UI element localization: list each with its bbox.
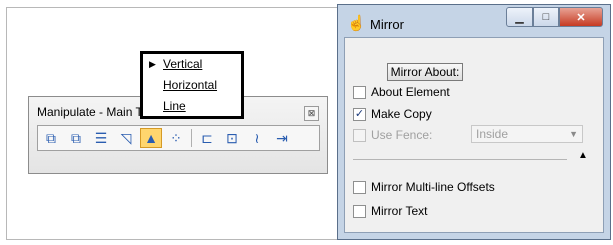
mirror-text-label: Mirror Text [371,204,428,218]
copy-element-icon[interactable]: ⧉ [40,128,62,148]
menu-item-line[interactable]: Line [163,99,186,113]
mirror-about-menu: ▶ Vertical Horizontal Line [140,51,244,119]
mirror-multiline-label: Mirror Multi-line Offsets [371,180,495,194]
make-copy-row[interactable]: ✓ Make Copy [353,107,432,121]
rotate-icon[interactable]: ≀ [246,128,268,148]
toolbox-icon-row: ⧉ ⧉ ☰ ◹ ▲ ⁘ ⊏ ⊡ ≀ ⇥ [37,125,320,151]
fence-mode-value: Inside [476,127,509,141]
use-fence-label: Use Fence: [371,128,433,142]
scale-icon[interactable]: ◹ [115,128,137,148]
mirror-multiline-checkbox[interactable] [353,180,366,194]
about-element-label: About Element [371,85,450,99]
mirror-text-row[interactable]: Mirror Text [353,204,427,218]
make-copy-label: Make Copy [371,107,432,121]
about-element-checkbox[interactable] [353,85,366,99]
minimize-button[interactable]: ▁ [506,7,533,27]
dialog-titlebar[interactable]: ☝ Mirror ▁ □ ✕ [338,5,610,37]
array-icon[interactable]: ⁘ [165,128,187,148]
mirror-icon[interactable]: ▲ [140,128,162,148]
dialog-title: Mirror [370,17,404,32]
toolbar-separator [191,129,192,147]
mirror-dialog: ☝ Mirror ▁ □ ✕ Mirror About: About Eleme… [337,4,611,240]
align-edges-icon[interactable]: ⊏ [196,128,218,148]
move-parallel-icon[interactable]: ☰ [90,128,112,148]
menu-item-vertical[interactable]: Vertical [163,57,202,71]
menu-item-horizontal[interactable]: Horizontal [163,78,217,92]
spin-icon[interactable]: ⇥ [271,128,293,148]
fence-mode-dropdown[interactable]: Inside ▼ [471,125,583,143]
selected-bullet-icon: ▶ [149,59,156,69]
chevron-down-icon: ▼ [569,129,578,139]
dialog-body: Mirror About: About Element ✓ Make Copy … [344,37,604,233]
use-fence-row: Use Fence: [353,128,432,142]
dialog-divider [353,159,567,160]
move-element-icon[interactable]: ⧉ [65,128,87,148]
stretch-icon[interactable]: ⊡ [221,128,243,148]
toolbox-close-button[interactable]: ⊠ [304,106,319,121]
collapse-arrow-icon[interactable]: ▲ [578,150,588,161]
close-button[interactable]: ✕ [559,7,603,27]
mirror-about-label: Mirror About: [390,65,460,79]
mirror-text-checkbox[interactable] [353,204,366,218]
maximize-button[interactable]: □ [533,7,559,27]
mirror-about-button[interactable]: Mirror About: [387,63,463,81]
mirror-tool-icon: ☝ [347,15,366,32]
about-element-row[interactable]: About Element [353,85,450,99]
use-fence-checkbox[interactable] [353,128,366,142]
mirror-multiline-row[interactable]: Mirror Multi-line Offsets [353,180,495,194]
make-copy-checkbox[interactable]: ✓ [353,107,366,121]
